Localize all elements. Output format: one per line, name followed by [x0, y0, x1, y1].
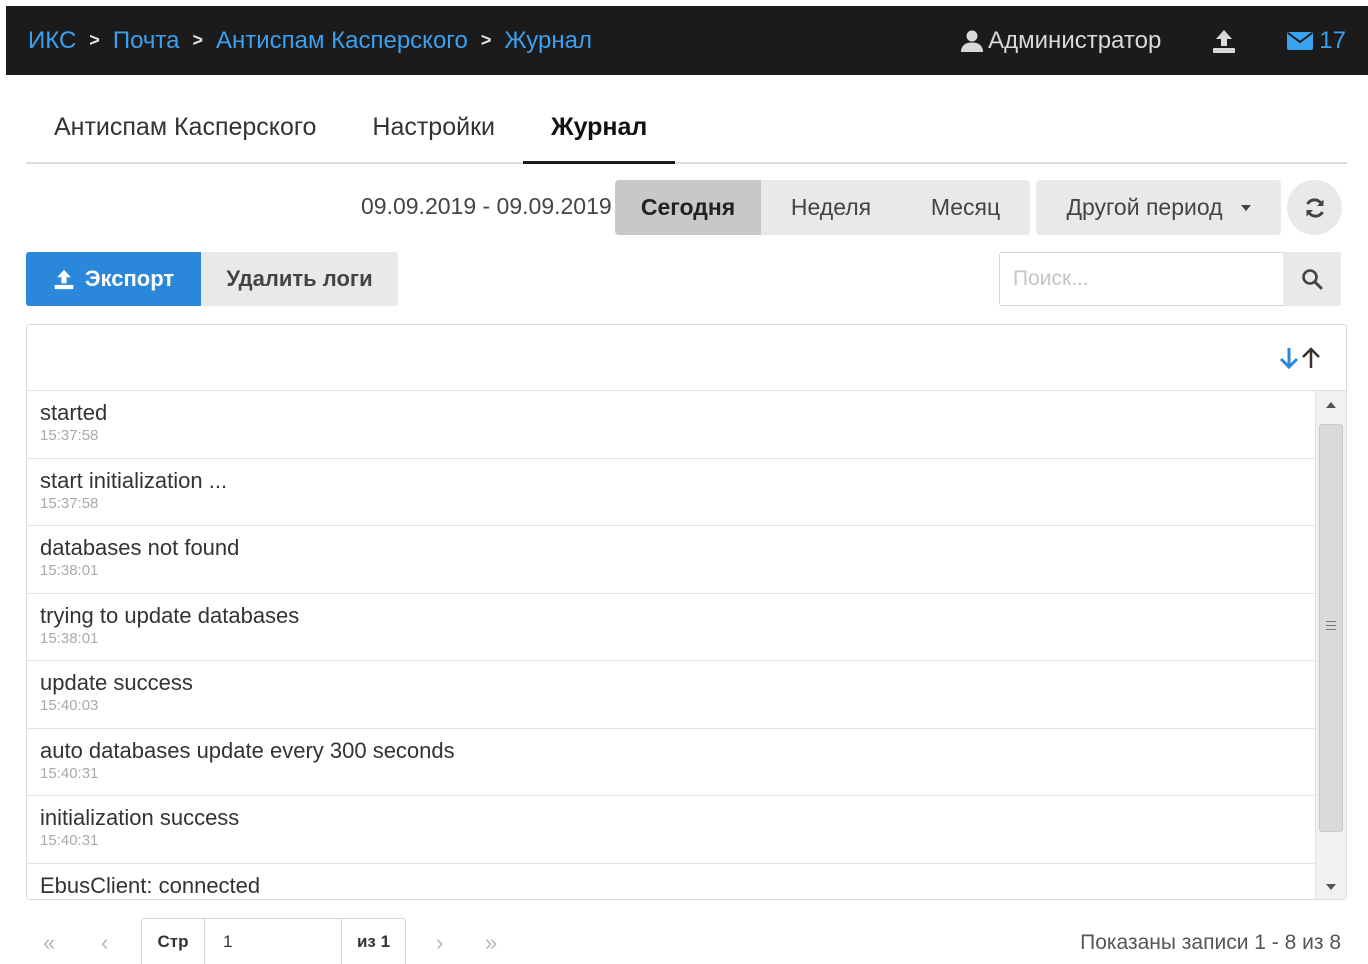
upload-icon — [54, 269, 74, 290]
envelope-icon — [1287, 31, 1314, 50]
log-time: 15:38:01 — [40, 629, 99, 647]
sort-toggle[interactable] — [1278, 345, 1324, 371]
date-range-label: 09.09.2019 - 09.09.2019 — [361, 193, 612, 219]
breadcrumb-mail[interactable]: Почта — [113, 27, 180, 55]
search-button[interactable] — [1283, 252, 1341, 306]
user-name: Администратор — [988, 26, 1162, 54]
last-page-button[interactable]: » — [485, 930, 497, 956]
next-page-button[interactable]: › — [436, 930, 443, 956]
tab-antispam[interactable]: Антиспам Касперского — [26, 92, 344, 162]
top-bar: ИКС > Почта > Антиспам Касперского > Жур… — [6, 6, 1368, 75]
records-info: Показаны записи 1 - 8 из 8 — [1080, 931, 1341, 954]
scroll-down-arrow[interactable] — [1316, 873, 1346, 899]
breadcrumb-iks[interactable]: ИКС — [28, 27, 76, 55]
log-time: 15:38:01 — [40, 562, 99, 579]
log-row[interactable]: auto databases update every 300 seconds 1… — [27, 729, 1315, 796]
log-list[interactable]: started 15:37:58 start initialization ... 1… — [27, 391, 1315, 900]
notifications-button[interactable]: 17 — [1287, 27, 1368, 55]
export-label: Экспорт — [84, 266, 175, 291]
log-row[interactable]: update success 15:40:03 — [27, 661, 1315, 729]
log-row[interactable]: started 15:37:58 — [27, 391, 1315, 459]
log-message: trying to update databases — [40, 602, 300, 628]
page-total-label: из 1 — [341, 919, 405, 964]
search-icon — [1302, 269, 1323, 290]
log-message: update success — [40, 670, 193, 695]
sort-icon — [1279, 347, 1320, 370]
notifications-count: 17 — [1319, 26, 1346, 54]
log-message: initialization success — [40, 805, 240, 830]
caret-down-icon — [1240, 204, 1251, 211]
grip-icon — [1326, 621, 1336, 633]
search-input[interactable] — [999, 252, 1284, 306]
breadcrumb: ИКС > Почта > Антиспам Касперского > Жур… — [28, 6, 592, 75]
delete-logs-button[interactable]: Удалить логи — [201, 252, 398, 306]
page-number-input[interactable] — [205, 919, 341, 964]
breadcrumb-journal[interactable]: Журнал — [504, 27, 592, 55]
log-panel: started 15:37:58 start initialization ... 1… — [26, 324, 1347, 900]
log-row[interactable]: databases not found 15:38:01 — [27, 526, 1315, 594]
page-selector: Стр из 1 — [141, 918, 406, 964]
page-label: Стр — [142, 919, 205, 964]
first-page-button[interactable]: « — [43, 930, 55, 956]
log-message: auto databases update every 300 seconds — [40, 737, 455, 763]
log-message: databases not found — [40, 535, 240, 560]
breadcrumb-separator: > — [89, 30, 100, 50]
other-period-label: Другой период — [1066, 194, 1223, 220]
user-menu[interactable]: Администратор — [960, 27, 1161, 55]
scroll-up-arrow[interactable] — [1316, 391, 1346, 419]
breadcrumb-antispam[interactable]: Антиспам Касперского — [216, 27, 468, 55]
log-message: start initialization ... — [40, 467, 228, 493]
log-row[interactable]: initialization success 15:40:31 — [27, 796, 1315, 864]
log-scrollbar[interactable] — [1315, 391, 1346, 899]
log-message: started — [40, 400, 108, 425]
tab-settings[interactable]: Настройки — [344, 92, 523, 162]
tab-bar: Антиспам Касперского Настройки Журнал — [26, 92, 1347, 164]
export-button[interactable]: Экспорт — [26, 252, 201, 306]
scroll-thumb[interactable] — [1319, 424, 1343, 832]
period-week-button[interactable]: Неделя — [761, 180, 901, 235]
refresh-button[interactable] — [1287, 180, 1342, 235]
upload-button[interactable] — [1211, 28, 1237, 54]
tab-journal[interactable]: Журнал — [522, 92, 676, 164]
log-row[interactable]: start initialization ... 15:37:58 — [27, 459, 1315, 526]
user-icon — [961, 30, 984, 52]
log-time: 15:40:31 — [40, 832, 99, 849]
log-message: EbusClient: connected — [40, 872, 261, 898]
top-right-controls: Администратор 17 — [960, 6, 1368, 75]
log-time: 15:37:58 — [40, 494, 99, 512]
log-time: 15:40:31 — [40, 764, 99, 782]
period-today-button[interactable]: Сегодня — [615, 180, 761, 235]
breadcrumb-separator: > — [192, 30, 203, 50]
period-month-button[interactable]: Месяц — [901, 180, 1030, 235]
upload-icon — [1213, 29, 1236, 53]
log-time: 15:40:03 — [40, 697, 99, 714]
refresh-icon — [1305, 197, 1324, 218]
log-panel-header — [27, 325, 1346, 391]
period-button-group: Сегодня Неделя Месяц — [615, 180, 1030, 235]
log-time: 15:37:58 — [40, 427, 99, 444]
breadcrumb-separator: > — [480, 30, 492, 50]
log-row[interactable]: trying to update databases 15:38:01 — [27, 594, 1315, 661]
prev-page-button[interactable]: ‹ — [101, 930, 108, 956]
other-period-dropdown[interactable]: Другой период — [1036, 180, 1281, 235]
log-row[interactable]: EbusClient: connected — [27, 864, 1315, 900]
